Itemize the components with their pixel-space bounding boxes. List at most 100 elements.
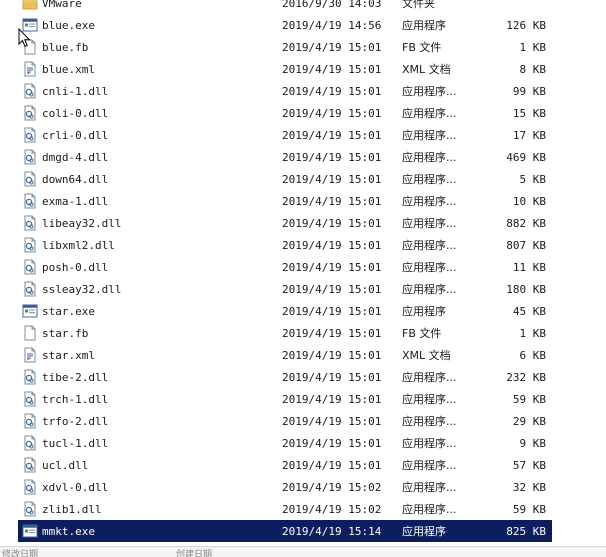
file-row[interactable]: trch-1.dll 2019/4/19 15:01 应用程序... 59 KB [18, 388, 552, 410]
file-row[interactable]: blue.exe 2019/4/19 14:56 应用程序 126 KB [18, 14, 552, 36]
file-date-modified: 2019/4/19 15:01 [282, 128, 382, 142]
file-size: 10 KB [512, 194, 546, 208]
file-type: XML 文档 [402, 349, 451, 362]
file-row[interactable]: star.xml 2019/4/19 15:01 XML 文档 6 KB [18, 344, 552, 366]
file-row[interactable]: blue.xml 2019/4/19 15:01 XML 文档 8 KB [18, 58, 552, 80]
file-date-modified: 2019/4/19 14:56 [282, 18, 382, 32]
xml-icon [22, 347, 38, 363]
file-type: 应用程序... [402, 129, 457, 142]
file-date-modified: 2019/4/19 15:01 [282, 106, 382, 120]
dll-icon [22, 193, 38, 209]
file-name: posh-0.dll [42, 260, 109, 274]
file-size: 17 KB [512, 128, 546, 142]
file-date-modified: 2019/4/19 15:01 [282, 62, 382, 76]
file-type: FB 文件 [402, 41, 442, 54]
dll-icon [22, 479, 38, 495]
file-date-modified: 2019/4/19 15:01 [282, 282, 382, 296]
file-size: 469 KB [506, 150, 546, 164]
file-size: 882 KB [506, 216, 546, 230]
file-row[interactable]: exma-1.dll 2019/4/19 15:01 应用程序... 10 KB [18, 190, 552, 212]
dll-icon [22, 501, 38, 517]
file-row[interactable]: star.fb 2019/4/19 15:01 FB 文件 1 KB [18, 322, 552, 344]
file-row[interactable]: blue.fb 2019/4/19 15:01 FB 文件 1 KB [18, 36, 552, 58]
file-list: VMware 2016/9/30 14:03 文件夹 blue.exe 2019/4/1… [0, 0, 606, 548]
file-date-modified: 2019/4/19 15:01 [282, 260, 382, 274]
file-type: 应用程序... [402, 415, 457, 428]
file-date-modified: 2019/4/19 15:01 [282, 150, 382, 164]
dll-icon [22, 435, 38, 451]
dll-icon [22, 127, 38, 143]
file-type: 应用程序 [402, 305, 446, 318]
file-name: down64.dll [42, 172, 109, 186]
file-date-modified: 2019/4/19 15:01 [282, 414, 382, 428]
file-date-modified: 2019/4/19 15:02 [282, 480, 382, 494]
file-row[interactable]: crli-0.dll 2019/4/19 15:01 应用程序... 17 KB [18, 124, 552, 146]
file-row[interactable]: cnli-1.dll 2019/4/19 15:01 应用程序... 99 KB [18, 80, 552, 102]
file-size: 1 KB [519, 40, 547, 54]
file-type: 应用程序... [402, 261, 457, 274]
file-size: 9 KB [519, 436, 547, 450]
file-type: 应用程序... [402, 459, 457, 472]
file-name: libxml2.dll [42, 238, 115, 252]
file-size: 57 KB [512, 458, 546, 472]
file-row[interactable]: dmgd-4.dll 2019/4/19 15:01 应用程序... 469 KB [18, 146, 552, 168]
file-type: 应用程序... [402, 239, 457, 252]
file-row[interactable]: posh-0.dll 2019/4/19 15:01 应用程序... 11 KB [18, 256, 552, 278]
file-name: trch-1.dll [42, 392, 109, 406]
file-size: 825 KB [506, 524, 546, 538]
file-row[interactable]: ssleay32.dll 2019/4/19 15:01 应用程序... 180 KB [18, 278, 552, 300]
file-size: 15 KB [512, 106, 546, 120]
dll-icon [22, 83, 38, 99]
file-type: 应用程序 [402, 525, 446, 538]
file-name: trfo-2.dll [42, 414, 109, 428]
file-row[interactable]: down64.dll 2019/4/19 15:01 应用程序... 5 KB [18, 168, 552, 190]
dll-icon [22, 171, 38, 187]
file-date-modified: 2019/4/19 15:02 [282, 502, 382, 516]
file-date-modified: 2019/4/19 15:01 [282, 216, 382, 230]
file-size: 6 KB [519, 348, 547, 362]
file-date-modified: 2019/4/19 15:01 [282, 304, 382, 318]
file-date-modified: 2019/4/19 15:01 [282, 238, 382, 252]
file-name: star.fb [42, 326, 89, 340]
file-name: crli-0.dll [42, 128, 109, 142]
file-type: 应用程序 [402, 19, 446, 32]
file-name: xdvl-0.dll [42, 480, 109, 494]
dll-icon [22, 105, 38, 121]
file-row[interactable]: VMware 2016/9/30 14:03 文件夹 [18, 0, 552, 14]
file-size: 11 KB [512, 260, 546, 274]
file-name: zlib1.dll [42, 502, 102, 516]
file-name: cnli-1.dll [42, 84, 109, 98]
file-type: 应用程序... [402, 107, 457, 120]
file-type: 应用程序... [402, 393, 457, 406]
file-name: mmkt.exe [42, 524, 95, 538]
file-size: 807 KB [506, 238, 546, 252]
file-size: 126 KB [506, 18, 546, 32]
file-size: 59 KB [512, 392, 546, 406]
file-date-modified: 2019/4/19 15:01 [282, 326, 382, 340]
file-date-modified: 2019/4/19 15:14 [282, 524, 382, 538]
file-row[interactable]: trfo-2.dll 2019/4/19 15:01 应用程序... 29 KB [18, 410, 552, 432]
file-name: dmgd-4.dll [42, 150, 109, 164]
file-row[interactable]: coli-0.dll 2019/4/19 15:01 应用程序... 15 KB [18, 102, 552, 124]
file-row[interactable]: mmkt.exe 2019/4/19 15:14 应用程序 825 KB [18, 520, 552, 542]
file-row[interactable]: ucl.dll 2019/4/19 15:01 应用程序... 57 KB [18, 454, 552, 476]
file-name: blue.exe [42, 18, 95, 32]
file-size: 59 KB [512, 502, 546, 516]
file-row[interactable]: libxml2.dll 2019/4/19 15:01 应用程序... 807 KB [18, 234, 552, 256]
file-row[interactable]: star.exe 2019/4/19 15:01 应用程序 45 KB [18, 300, 552, 322]
file-type: 应用程序... [402, 195, 457, 208]
file-row[interactable]: tucl-1.dll 2019/4/19 15:01 应用程序... 9 KB [18, 432, 552, 454]
file-name: blue.fb [42, 40, 89, 54]
dll-icon [22, 237, 38, 253]
file-row[interactable]: zlib1.dll 2019/4/19 15:02 应用程序... 59 KB [18, 498, 552, 520]
file-row[interactable]: libeay32.dll 2019/4/19 15:01 应用程序... 882 KB [18, 212, 552, 234]
file-row[interactable]: xdvl-0.dll 2019/4/19 15:02 应用程序... 32 KB [18, 476, 552, 498]
file-type: 应用程序... [402, 173, 457, 186]
dll-icon [22, 457, 38, 473]
file-type: FB 文件 [402, 327, 442, 340]
file-name: coli-0.dll [42, 106, 109, 120]
file-size: 29 KB [512, 414, 546, 428]
file-row[interactable]: tibe-2.dll 2019/4/19 15:01 应用程序... 232 KB [18, 366, 552, 388]
file-type: 应用程序... [402, 371, 457, 384]
file-name: ucl.dll [42, 458, 89, 472]
